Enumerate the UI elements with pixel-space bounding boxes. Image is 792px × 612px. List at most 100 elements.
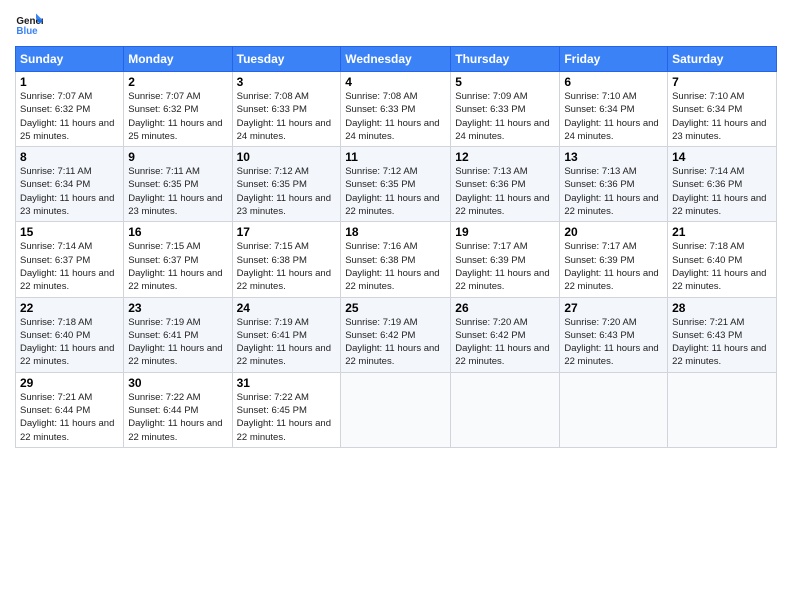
day-number: 24 <box>237 301 337 315</box>
day-number: 26 <box>455 301 555 315</box>
day-number: 1 <box>20 75 119 89</box>
day-number: 28 <box>672 301 772 315</box>
day-info: Sunrise: 7:22 AMSunset: 6:44 PMDaylight:… <box>128 392 222 443</box>
day-number: 27 <box>564 301 663 315</box>
day-cell-29: 29 Sunrise: 7:21 AMSunset: 6:44 PMDaylig… <box>16 372 124 447</box>
day-info: Sunrise: 7:10 AMSunset: 6:34 PMDaylight:… <box>564 91 658 142</box>
day-number: 18 <box>345 225 446 239</box>
day-cell-11: 11 Sunrise: 7:12 AMSunset: 6:35 PMDaylig… <box>341 147 451 222</box>
day-cell-26: 26 Sunrise: 7:20 AMSunset: 6:42 PMDaylig… <box>451 297 560 372</box>
day-number: 16 <box>128 225 227 239</box>
day-cell-28: 28 Sunrise: 7:21 AMSunset: 6:43 PMDaylig… <box>668 297 777 372</box>
day-info: Sunrise: 7:19 AMSunset: 6:42 PMDaylight:… <box>345 317 439 368</box>
day-cell-17: 17 Sunrise: 7:15 AMSunset: 6:38 PMDaylig… <box>232 222 341 297</box>
day-number: 22 <box>20 301 119 315</box>
header-sunday: Sunday <box>16 47 124 72</box>
week-row-5: 29 Sunrise: 7:21 AMSunset: 6:44 PMDaylig… <box>16 372 777 447</box>
day-info: Sunrise: 7:11 AMSunset: 6:34 PMDaylight:… <box>20 166 114 217</box>
day-info: Sunrise: 7:14 AMSunset: 6:36 PMDaylight:… <box>672 166 766 217</box>
header-tuesday: Tuesday <box>232 47 341 72</box>
day-number: 12 <box>455 150 555 164</box>
day-info: Sunrise: 7:08 AMSunset: 6:33 PMDaylight:… <box>345 91 439 142</box>
day-cell-22: 22 Sunrise: 7:18 AMSunset: 6:40 PMDaylig… <box>16 297 124 372</box>
day-cell-9: 9 Sunrise: 7:11 AMSunset: 6:35 PMDayligh… <box>124 147 232 222</box>
header-thursday: Thursday <box>451 47 560 72</box>
day-info: Sunrise: 7:17 AMSunset: 6:39 PMDaylight:… <box>455 241 549 292</box>
day-info: Sunrise: 7:13 AMSunset: 6:36 PMDaylight:… <box>455 166 549 217</box>
day-number: 14 <box>672 150 772 164</box>
logo: General Blue <box>15 10 47 38</box>
day-number: 4 <box>345 75 446 89</box>
day-info: Sunrise: 7:19 AMSunset: 6:41 PMDaylight:… <box>237 317 331 368</box>
week-row-3: 15 Sunrise: 7:14 AMSunset: 6:37 PMDaylig… <box>16 222 777 297</box>
day-info: Sunrise: 7:21 AMSunset: 6:43 PMDaylight:… <box>672 317 766 368</box>
day-info: Sunrise: 7:20 AMSunset: 6:43 PMDaylight:… <box>564 317 658 368</box>
day-info: Sunrise: 7:12 AMSunset: 6:35 PMDaylight:… <box>237 166 331 217</box>
day-number: 19 <box>455 225 555 239</box>
day-info: Sunrise: 7:19 AMSunset: 6:41 PMDaylight:… <box>128 317 222 368</box>
svg-text:Blue: Blue <box>16 26 38 37</box>
day-cell-8: 8 Sunrise: 7:11 AMSunset: 6:34 PMDayligh… <box>16 147 124 222</box>
day-info: Sunrise: 7:07 AMSunset: 6:32 PMDaylight:… <box>20 91 114 142</box>
day-cell-7: 7 Sunrise: 7:10 AMSunset: 6:34 PMDayligh… <box>668 72 777 147</box>
logo-icon: General Blue <box>15 10 43 38</box>
day-number: 10 <box>237 150 337 164</box>
day-number: 9 <box>128 150 227 164</box>
page: General Blue SundayMondayTuesdayWednesda… <box>0 0 792 612</box>
day-cell-6: 6 Sunrise: 7:10 AMSunset: 6:34 PMDayligh… <box>560 72 668 147</box>
day-cell-10: 10 Sunrise: 7:12 AMSunset: 6:35 PMDaylig… <box>232 147 341 222</box>
day-number: 3 <box>237 75 337 89</box>
day-info: Sunrise: 7:13 AMSunset: 6:36 PMDaylight:… <box>564 166 658 217</box>
header-saturday: Saturday <box>668 47 777 72</box>
day-number: 31 <box>237 376 337 390</box>
week-row-4: 22 Sunrise: 7:18 AMSunset: 6:40 PMDaylig… <box>16 297 777 372</box>
day-cell-19: 19 Sunrise: 7:17 AMSunset: 6:39 PMDaylig… <box>451 222 560 297</box>
day-info: Sunrise: 7:15 AMSunset: 6:38 PMDaylight:… <box>237 241 331 292</box>
day-number: 7 <box>672 75 772 89</box>
day-number: 17 <box>237 225 337 239</box>
empty-cell <box>451 372 560 447</box>
day-number: 30 <box>128 376 227 390</box>
day-info: Sunrise: 7:11 AMSunset: 6:35 PMDaylight:… <box>128 166 222 217</box>
day-number: 11 <box>345 150 446 164</box>
day-cell-20: 20 Sunrise: 7:17 AMSunset: 6:39 PMDaylig… <box>560 222 668 297</box>
day-cell-18: 18 Sunrise: 7:16 AMSunset: 6:38 PMDaylig… <box>341 222 451 297</box>
header-wednesday: Wednesday <box>341 47 451 72</box>
day-cell-16: 16 Sunrise: 7:15 AMSunset: 6:37 PMDaylig… <box>124 222 232 297</box>
day-number: 25 <box>345 301 446 315</box>
day-info: Sunrise: 7:09 AMSunset: 6:33 PMDaylight:… <box>455 91 549 142</box>
day-info: Sunrise: 7:22 AMSunset: 6:45 PMDaylight:… <box>237 392 331 443</box>
day-info: Sunrise: 7:18 AMSunset: 6:40 PMDaylight:… <box>672 241 766 292</box>
day-cell-31: 31 Sunrise: 7:22 AMSunset: 6:45 PMDaylig… <box>232 372 341 447</box>
day-cell-5: 5 Sunrise: 7:09 AMSunset: 6:33 PMDayligh… <box>451 72 560 147</box>
day-number: 5 <box>455 75 555 89</box>
calendar-table: SundayMondayTuesdayWednesdayThursdayFrid… <box>15 46 777 448</box>
day-info: Sunrise: 7:14 AMSunset: 6:37 PMDaylight:… <box>20 241 114 292</box>
day-number: 6 <box>564 75 663 89</box>
header: General Blue <box>15 10 777 38</box>
day-info: Sunrise: 7:17 AMSunset: 6:39 PMDaylight:… <box>564 241 658 292</box>
day-cell-21: 21 Sunrise: 7:18 AMSunset: 6:40 PMDaylig… <box>668 222 777 297</box>
day-cell-25: 25 Sunrise: 7:19 AMSunset: 6:42 PMDaylig… <box>341 297 451 372</box>
day-info: Sunrise: 7:21 AMSunset: 6:44 PMDaylight:… <box>20 392 114 443</box>
day-number: 13 <box>564 150 663 164</box>
empty-cell <box>341 372 451 447</box>
day-number: 29 <box>20 376 119 390</box>
day-cell-3: 3 Sunrise: 7:08 AMSunset: 6:33 PMDayligh… <box>232 72 341 147</box>
day-cell-14: 14 Sunrise: 7:14 AMSunset: 6:36 PMDaylig… <box>668 147 777 222</box>
day-cell-15: 15 Sunrise: 7:14 AMSunset: 6:37 PMDaylig… <box>16 222 124 297</box>
day-info: Sunrise: 7:16 AMSunset: 6:38 PMDaylight:… <box>345 241 439 292</box>
day-info: Sunrise: 7:20 AMSunset: 6:42 PMDaylight:… <box>455 317 549 368</box>
calendar-header-row: SundayMondayTuesdayWednesdayThursdayFrid… <box>16 47 777 72</box>
day-cell-30: 30 Sunrise: 7:22 AMSunset: 6:44 PMDaylig… <box>124 372 232 447</box>
day-number: 8 <box>20 150 119 164</box>
day-info: Sunrise: 7:10 AMSunset: 6:34 PMDaylight:… <box>672 91 766 142</box>
day-info: Sunrise: 7:18 AMSunset: 6:40 PMDaylight:… <box>20 317 114 368</box>
week-row-2: 8 Sunrise: 7:11 AMSunset: 6:34 PMDayligh… <box>16 147 777 222</box>
week-row-1: 1 Sunrise: 7:07 AMSunset: 6:32 PMDayligh… <box>16 72 777 147</box>
empty-cell <box>668 372 777 447</box>
day-number: 20 <box>564 225 663 239</box>
header-friday: Friday <box>560 47 668 72</box>
day-info: Sunrise: 7:15 AMSunset: 6:37 PMDaylight:… <box>128 241 222 292</box>
day-cell-2: 2 Sunrise: 7:07 AMSunset: 6:32 PMDayligh… <box>124 72 232 147</box>
